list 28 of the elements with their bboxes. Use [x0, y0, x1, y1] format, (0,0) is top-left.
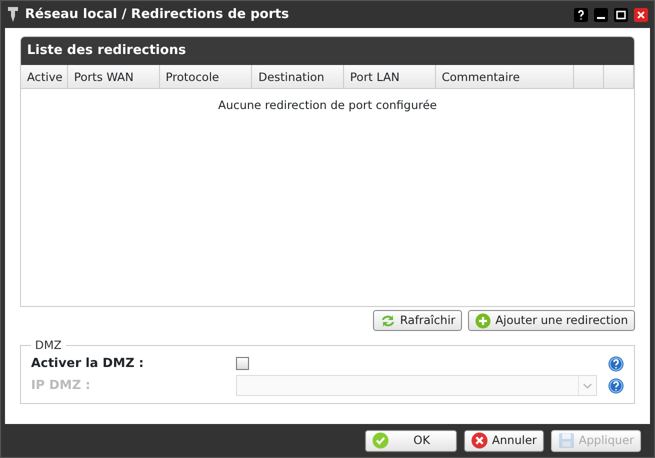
panel-title: Liste des redirections [21, 37, 634, 64]
field-label: IP DMZ : [31, 376, 92, 394]
maximize-icon[interactable] [614, 8, 628, 22]
refresh-button[interactable]: Rafraîchir [373, 310, 462, 332]
plus-icon [475, 312, 492, 329]
field-label: Activer la DMZ : [31, 354, 145, 372]
save-icon [558, 432, 575, 449]
column-header: Port LAN [344, 64, 436, 88]
select-field[interactable] [236, 375, 597, 396]
column-header: Ports WAN [68, 64, 160, 88]
column-header: Active [21, 64, 68, 88]
column-header: Protocole [160, 64, 252, 88]
close-icon[interactable] [634, 8, 648, 22]
ok-button[interactable]: OK [365, 430, 458, 452]
help-icon[interactable] [574, 8, 588, 22]
cancel-button[interactable]: Annuler [464, 430, 544, 452]
minimize-icon[interactable] [594, 8, 608, 22]
group-legend: DMZ [31, 337, 66, 354]
column-header: Destination [252, 64, 344, 88]
empty-message: Aucune redirection de port configurée [217, 96, 438, 114]
cancel-icon [471, 432, 488, 449]
check-icon [372, 432, 390, 449]
refresh-icon [380, 312, 396, 329]
checkbox[interactable] [236, 357, 249, 370]
plug-icon [7, 6, 19, 23]
column-header: Commentaire [436, 64, 574, 88]
window-title: Réseau local / Redirections de ports [25, 6, 290, 24]
add-button[interactable]: Ajouter une redirection [468, 310, 635, 332]
